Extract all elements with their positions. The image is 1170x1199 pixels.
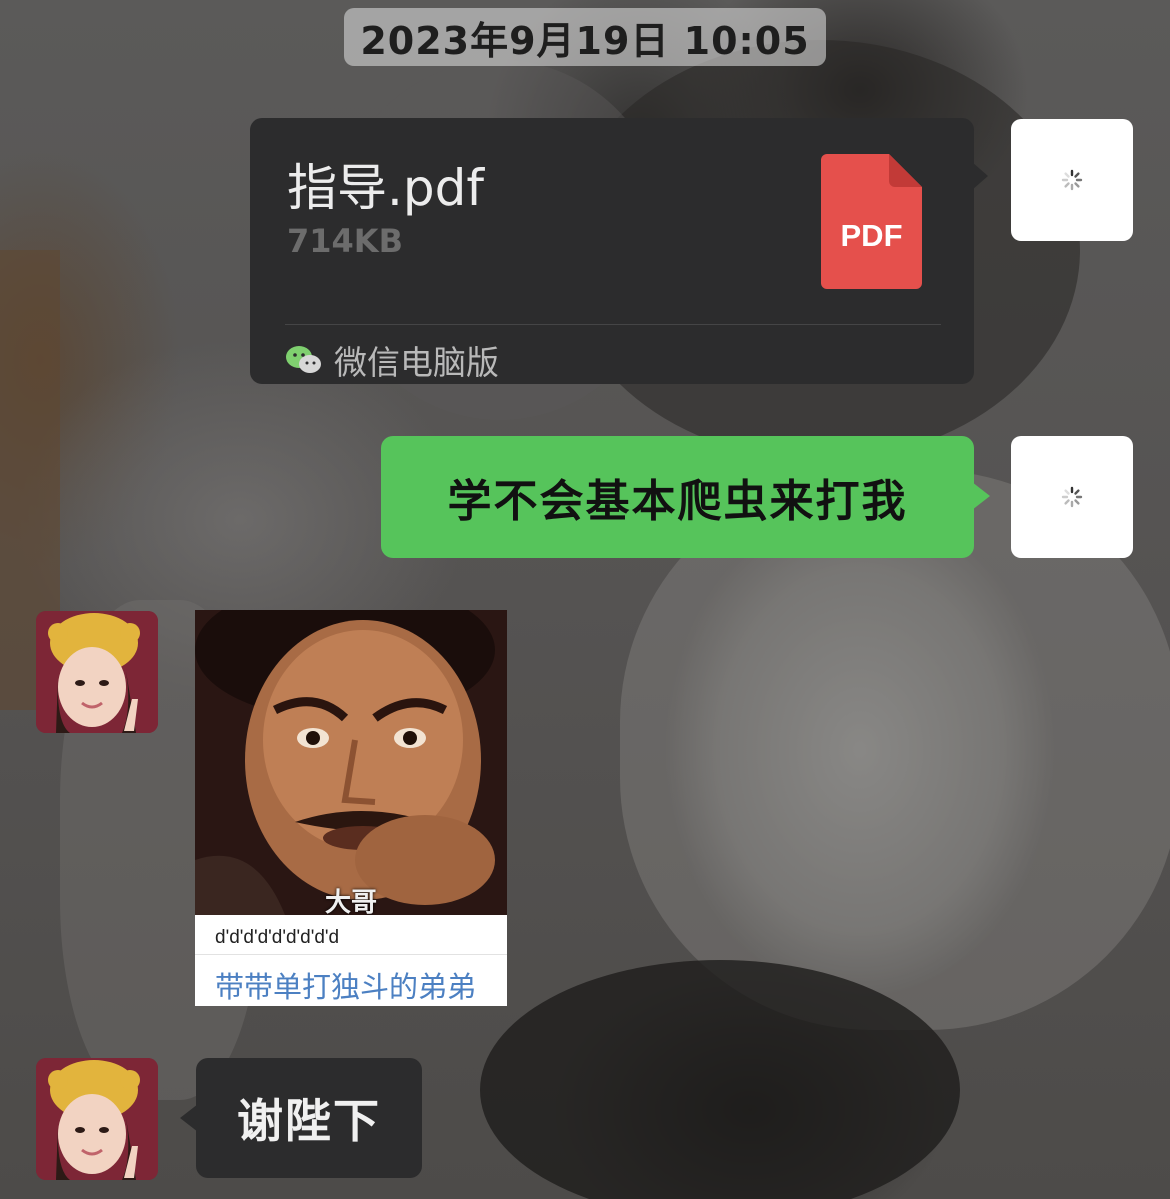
sticker-caption: 大哥 (324, 888, 377, 915)
file-source: 微信电脑版 (285, 336, 499, 384)
contact-avatar-image (36, 1058, 158, 1180)
file-size: 714KB (287, 222, 403, 260)
sent-text-bubble[interactable]: 学不会基本爬虫来打我 (381, 436, 990, 558)
pdf-file-icon: PDF (821, 154, 922, 289)
loading-spinner-icon (1061, 486, 1083, 508)
contact-avatar[interactable] (36, 611, 158, 733)
file-source-label: 微信电脑版 (334, 343, 499, 382)
loading-spinner-icon (1061, 169, 1083, 191)
message-timestamp: 2023年9月19日 10:05 (344, 8, 826, 66)
file-name: 指导.pdf (287, 159, 484, 217)
contact-avatar[interactable] (36, 1058, 158, 1180)
my-avatar[interactable] (1011, 119, 1133, 241)
my-avatar[interactable] (1011, 436, 1133, 558)
sticker-image: 大哥 (195, 610, 507, 915)
received-text-bubble[interactable]: 谢陛下 (180, 1058, 422, 1178)
file-message-card[interactable]: 指导.pdf 714KB PDF 微信电脑版 (250, 118, 988, 384)
contact-avatar-image (36, 611, 158, 733)
sticker-divider (195, 954, 507, 955)
sticker-text-line: d'd'd'd'd'd'd'd'd (215, 927, 340, 948)
file-card-divider (285, 324, 941, 325)
sticker-subtitle: 带带单打独斗的弟弟 (215, 970, 477, 1004)
pdf-type-label: PDF (840, 218, 903, 253)
wechat-icon (286, 346, 321, 373)
sticker-message[interactable]: 大哥 d'd'd'd'd'd'd'd'd 带带单打独斗的弟弟 (195, 610, 507, 1006)
